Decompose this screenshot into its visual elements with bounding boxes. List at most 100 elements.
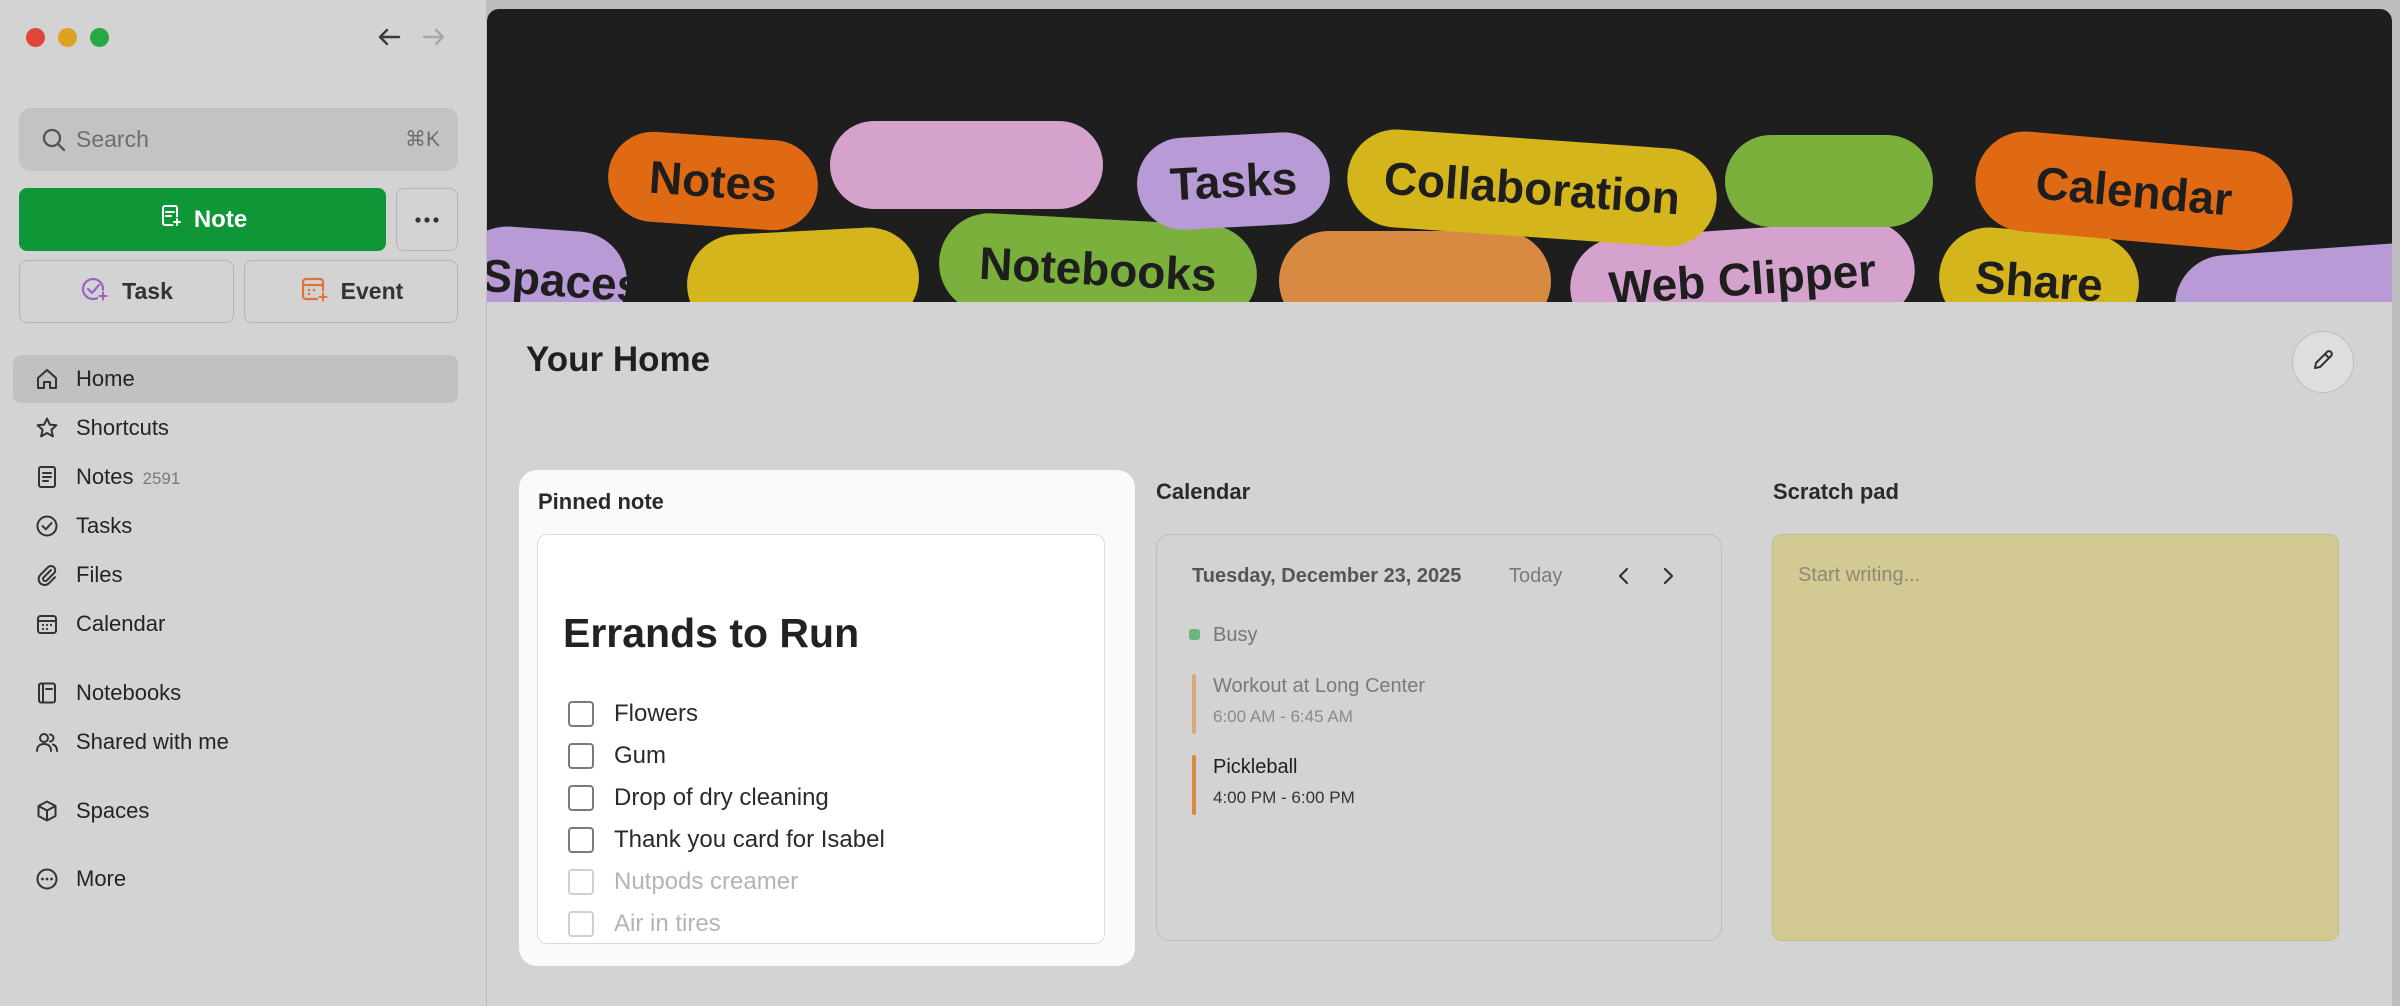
banner-pill-label: Share bbox=[1973, 250, 2105, 302]
note-icon bbox=[35, 465, 59, 489]
event-title: Workout at Long Center bbox=[1213, 675, 1425, 697]
banner-pill-blank-yellow bbox=[684, 224, 922, 302]
sidebar-item-label: More bbox=[76, 866, 127, 891]
sidebar-item-notes-text: Notes 2591 bbox=[76, 464, 180, 492]
home-banner: Spaces Notebooks Web Clipper Share Notes… bbox=[487, 9, 2392, 302]
banner-pill-label: Notebooks bbox=[977, 236, 1219, 302]
checklist-item-text: Gum bbox=[614, 742, 667, 769]
forward-arrow-icon[interactable] bbox=[419, 22, 449, 52]
sidebar-item-label: Spaces bbox=[76, 798, 150, 823]
event-color-bar bbox=[1192, 755, 1196, 815]
widget-title-pinned: Pinned note bbox=[538, 489, 664, 514]
widget-title-scratch: Scratch pad bbox=[1773, 479, 1899, 504]
scratch-placeholder: Start writing... bbox=[1798, 564, 1921, 586]
sidebar-item-more[interactable]: More bbox=[13, 855, 458, 903]
checklist-item: Drop of dry cleaning bbox=[568, 782, 829, 814]
sidebar-item-label: Calendar bbox=[76, 611, 166, 636]
checklist-item-text: Thank you card for Isabel bbox=[614, 826, 885, 853]
sidebar-item-shortcuts[interactable]: Shortcuts bbox=[13, 404, 458, 452]
sidebar-item-label: Notebooks bbox=[76, 680, 182, 705]
new-note-label: Note bbox=[193, 205, 248, 233]
new-event-label: Event bbox=[340, 278, 404, 304]
banner-pill-spaces: Spaces bbox=[487, 223, 644, 302]
check-circle-icon bbox=[35, 514, 59, 538]
event-time: 4:00 PM - 6:00 PM bbox=[1213, 788, 1355, 807]
checkbox[interactable] bbox=[568, 869, 594, 895]
more-actions-button[interactable] bbox=[396, 188, 458, 251]
banner-pill-blank-green bbox=[1725, 135, 1933, 227]
checkbox[interactable] bbox=[568, 701, 594, 727]
cube-icon bbox=[35, 799, 59, 823]
checklist-item: Air in tires bbox=[568, 908, 721, 940]
new-event-button[interactable]: Event bbox=[244, 260, 458, 323]
more-circle-icon bbox=[35, 867, 59, 891]
notebook-icon bbox=[35, 681, 59, 705]
banner-pill-blank-purple bbox=[2171, 239, 2392, 302]
close-window-button[interactable] bbox=[26, 28, 45, 47]
checkbox[interactable] bbox=[568, 785, 594, 811]
sidebar: Search ⌘K Note Task Event Home Shortcuts… bbox=[0, 0, 486, 1006]
banner-pill-tasks: Tasks bbox=[1134, 130, 1333, 232]
ellipsis-icon bbox=[414, 211, 440, 229]
sidebar-item-tasks[interactable]: Tasks bbox=[13, 502, 458, 550]
new-note-icon bbox=[158, 203, 184, 236]
checkbox[interactable] bbox=[568, 911, 594, 937]
people-icon bbox=[35, 730, 59, 754]
sidebar-item-home[interactable]: Home bbox=[13, 355, 458, 403]
checkbox[interactable] bbox=[568, 827, 594, 853]
busy-indicator bbox=[1189, 629, 1200, 640]
home-icon bbox=[35, 367, 59, 391]
checklist-item-text: Air in tires bbox=[614, 910, 721, 937]
new-note-button[interactable]: Note bbox=[19, 188, 386, 251]
search-placeholder: Search bbox=[76, 126, 149, 152]
sidebar-item-label: Shortcuts bbox=[76, 415, 169, 440]
event-color-bar bbox=[1192, 674, 1196, 734]
main-content: Spaces Notebooks Web Clipper Share Notes… bbox=[487, 9, 2392, 1006]
banner-pill-blank-orange bbox=[1279, 231, 1551, 302]
minimize-window-button[interactable] bbox=[58, 28, 77, 47]
task-add-icon bbox=[80, 274, 110, 310]
sidebar-item-label: Home bbox=[76, 366, 135, 391]
pinned-note-card[interactable]: Errands to Run Flowers Gum Drop of dry c… bbox=[537, 534, 1105, 944]
star-icon bbox=[35, 416, 59, 440]
chevron-right-icon[interactable] bbox=[1657, 565, 1679, 587]
pencil-icon bbox=[2310, 347, 2336, 378]
banner-pill-label: Tasks bbox=[1168, 151, 1299, 211]
customize-home-button[interactable] bbox=[2292, 331, 2354, 393]
back-arrow-icon[interactable] bbox=[374, 22, 404, 52]
banner-pill-label: Web Clipper bbox=[1607, 243, 1878, 302]
checklist-item: Gum bbox=[568, 740, 666, 772]
checkbox[interactable] bbox=[568, 743, 594, 769]
new-task-button[interactable]: Task bbox=[19, 260, 234, 323]
notes-count: 2591 bbox=[142, 469, 181, 488]
calendar-date: Tuesday, December 23, 2025 bbox=[1192, 565, 1462, 587]
sidebar-item-files[interactable]: Files bbox=[13, 551, 458, 599]
banner-pill-notes: Notes bbox=[605, 128, 821, 234]
calendar-widget: Tuesday, December 23, 2025 Today Busy Wo… bbox=[1156, 534, 1722, 941]
sidebar-item-label: Files bbox=[76, 562, 123, 587]
banner-pill-label: Calendar bbox=[2033, 156, 2235, 226]
scratch-pad-input[interactable]: Start writing... bbox=[1772, 534, 2339, 941]
note-title: Errands to Run bbox=[563, 610, 860, 656]
checklist-item-text: Flowers bbox=[614, 700, 699, 727]
sidebar-item-notebooks[interactable]: Notebooks bbox=[13, 669, 458, 717]
checklist-item: Nutpods creamer bbox=[568, 866, 798, 898]
sidebar-item-spaces[interactable]: Spaces bbox=[13, 787, 458, 835]
new-task-label: Task bbox=[122, 278, 173, 304]
today-button[interactable]: Today bbox=[1509, 564, 1562, 588]
chevron-left-icon[interactable] bbox=[1613, 565, 1635, 587]
banner-pill-label: Notes bbox=[647, 150, 779, 212]
banner-pill-blank-pink bbox=[830, 121, 1103, 209]
checklist-item: Thank you card for Isabel bbox=[568, 824, 885, 856]
search-icon bbox=[41, 127, 67, 153]
sidebar-item-shared-with-me[interactable]: Shared with me bbox=[13, 718, 458, 766]
page-title: Your Home bbox=[526, 340, 711, 379]
checklist-item-text: Nutpods creamer bbox=[614, 868, 799, 895]
sidebar-item-calendar[interactable]: Calendar bbox=[13, 600, 458, 648]
sidebar-item-label: Notes bbox=[76, 464, 134, 489]
zoom-window-button[interactable] bbox=[90, 28, 109, 47]
search-input[interactable]: Search ⌘K bbox=[19, 108, 458, 171]
sidebar-item-notes[interactable]: Notes 2591 bbox=[13, 453, 458, 501]
sidebar-item-label: Shared with me bbox=[76, 729, 229, 754]
busy-label: Busy bbox=[1213, 624, 1258, 646]
